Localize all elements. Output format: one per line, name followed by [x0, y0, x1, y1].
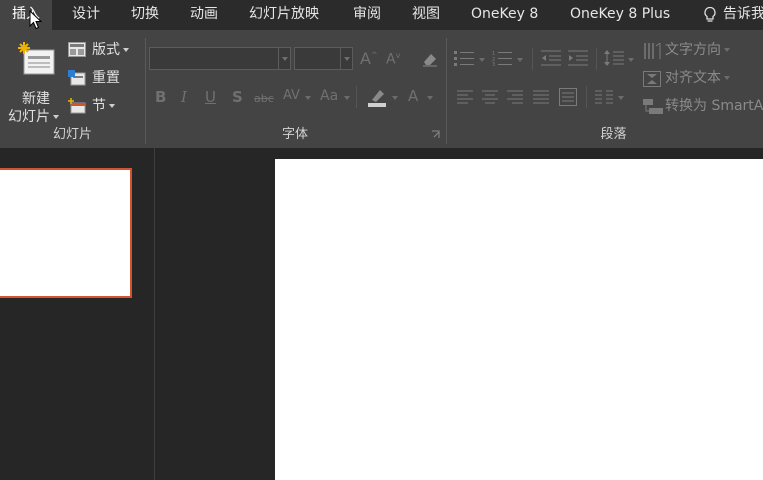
character-spacing-button[interactable]: AV	[283, 88, 300, 103]
tab-review[interactable]: 审阅	[353, 0, 381, 30]
justify-icon[interactable]	[533, 90, 549, 104]
align-center-icon[interactable]	[482, 90, 498, 104]
chevron-down-icon	[724, 76, 730, 80]
ribbon-panel: 新建 幻灯片 版式 重置 节 幻灯片 A^ Av B I U S abc AV …	[0, 30, 763, 148]
chevron-down-icon	[123, 48, 129, 52]
decrease-indent-icon[interactable]	[541, 50, 561, 66]
tab-slideshow[interactable]: 幻灯片放映	[249, 0, 319, 30]
font-name-combo[interactable]	[149, 47, 291, 70]
change-case-button[interactable]: Aa	[320, 88, 338, 104]
slides-group-label: 幻灯片	[52, 127, 92, 142]
new-slide-icon	[18, 42, 55, 75]
tab-animations[interactable]: 动画	[190, 0, 218, 30]
font-size-dropdown[interactable]	[340, 48, 352, 69]
chevron-down-icon	[427, 96, 433, 100]
chevron-down-icon	[628, 58, 634, 62]
lightbulb-icon	[704, 6, 716, 22]
bold-button[interactable]: B	[155, 88, 166, 106]
layout-label: 版式	[92, 42, 120, 58]
chevron-down-icon	[344, 57, 350, 61]
font-name-dropdown[interactable]	[278, 48, 290, 69]
line-spacing-icon[interactable]	[604, 49, 624, 67]
align-text-label: 对齐文本	[665, 70, 721, 86]
strikethrough-button[interactable]: abc	[254, 92, 274, 105]
ribbon-tab-bar: 插入 设计 切换 动画 幻灯片放映 审阅 视图 OneKey 8 OneKey …	[0, 0, 763, 30]
underline-button[interactable]: U	[205, 88, 216, 106]
tab-onekey8[interactable]: OneKey 8	[471, 0, 538, 30]
chevron-down-icon	[305, 96, 311, 100]
distribute-icon[interactable]	[559, 88, 577, 106]
divider	[356, 86, 357, 108]
slide-thumbnail-selected[interactable]	[0, 168, 132, 298]
new-slide-button[interactable]: 新建 幻灯片	[6, 36, 66, 125]
chevron-down-icon	[282, 57, 288, 61]
chevron-down-icon	[53, 115, 59, 119]
align-text-icon	[643, 71, 661, 87]
slide-canvas[interactable]	[275, 159, 763, 480]
clear-formatting-icon[interactable]	[421, 51, 439, 67]
convert-smartart-label: 转换为 SmartArt	[665, 98, 763, 114]
chevron-down-icon	[517, 58, 523, 62]
section-label: 节	[92, 98, 106, 114]
dialog-launcher-icon[interactable]	[431, 130, 441, 140]
increase-indent-icon[interactable]	[568, 50, 588, 66]
chevron-down-icon	[618, 96, 624, 100]
shadow-button[interactable]: S	[232, 88, 243, 106]
bullets-icon[interactable]	[454, 50, 474, 66]
numbering-icon[interactable]: 123	[492, 50, 512, 66]
shrink-font-button[interactable]: Av	[386, 51, 400, 68]
layout-icon	[68, 42, 86, 57]
tell-me-label: 告诉我	[723, 6, 763, 22]
tab-onekey8-plus[interactable]: OneKey 8 Plus	[570, 0, 670, 30]
chevron-down-icon	[344, 96, 350, 100]
slide-thumbnail-pane[interactable]	[0, 148, 155, 480]
font-color-button[interactable]: A	[408, 87, 418, 105]
highlight-color-icon[interactable]	[366, 86, 388, 108]
font-group-label: 字体	[281, 127, 308, 142]
new-slide-label-2: 幻灯片	[8, 106, 59, 126]
tab-view[interactable]: 视图	[412, 0, 440, 30]
chevron-down-icon	[724, 48, 730, 52]
columns-icon[interactable]	[595, 90, 613, 104]
paragraph-group-label: 段落	[600, 127, 627, 142]
tab-transitions[interactable]: 切换	[131, 0, 159, 30]
text-direction-label: 文字方向	[665, 42, 721, 58]
editor-workspace	[0, 148, 763, 480]
tab-insert[interactable]: 插入	[0, 0, 52, 30]
italic-button[interactable]: I	[181, 88, 187, 106]
svg-text:3: 3	[492, 62, 495, 66]
reset-label: 重置	[92, 70, 120, 86]
reset-icon	[68, 70, 86, 86]
section-icon	[68, 98, 86, 114]
chevron-down-icon	[479, 58, 485, 62]
mouse-cursor-icon	[29, 10, 42, 30]
chevron-down-icon	[392, 96, 398, 100]
grow-font-button[interactable]: A^	[360, 49, 378, 68]
smartart-icon	[643, 99, 663, 114]
new-slide-label-1: 新建	[22, 91, 50, 107]
divider	[596, 48, 597, 70]
tab-design[interactable]: 设计	[72, 0, 100, 30]
align-left-icon[interactable]	[457, 90, 473, 104]
text-direction-icon	[644, 43, 661, 59]
font-size-combo[interactable]	[294, 47, 353, 70]
chevron-down-icon	[109, 104, 115, 108]
align-right-icon[interactable]	[507, 90, 523, 104]
divider	[532, 48, 533, 70]
divider	[586, 86, 587, 108]
